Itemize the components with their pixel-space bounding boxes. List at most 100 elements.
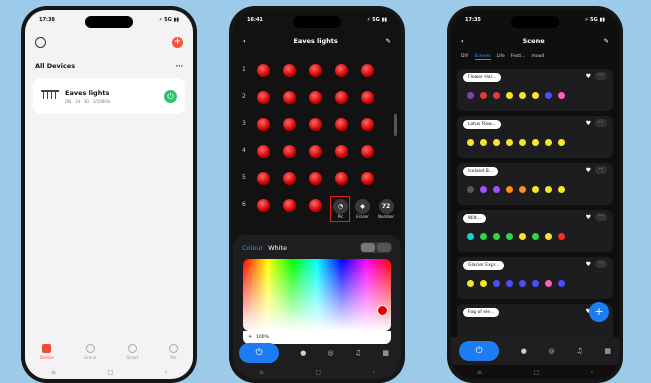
edit-icon[interactable]: ✎ [604, 37, 609, 45]
led-bulb[interactable] [257, 118, 270, 131]
favorite-icon[interactable]: ♥ [586, 214, 591, 221]
tab-scenes[interactable]: Scenes [474, 54, 491, 60]
music-icon[interactable]: ♫ [576, 347, 582, 355]
eraser-tool[interactable]: ◆ Eraser [355, 199, 370, 219]
tab-mood[interactable]: mood [532, 54, 545, 60]
mode-toggle[interactable] [360, 242, 392, 253]
favorite-icon[interactable]: ♥ [586, 167, 591, 174]
color-dot [480, 139, 487, 146]
tab-device[interactable]: Device [40, 344, 54, 360]
power-button[interactable]: ⏻ [459, 341, 499, 361]
tab-diy[interactable]: DIY [461, 54, 469, 60]
led-bulb[interactable] [257, 172, 270, 185]
favorite-icon[interactable]: ♥ [586, 261, 591, 268]
menu-icon[interactable]: ≡ [477, 369, 482, 376]
scene-card[interactable]: Flower Har... ♥ ··· [457, 69, 613, 111]
colour-spectrum[interactable] [243, 259, 391, 331]
profile-icon [168, 344, 178, 353]
led-bulb[interactable] [309, 199, 322, 212]
led-bulb[interactable] [283, 64, 296, 77]
more-button[interactable]: ··· [595, 260, 607, 268]
colour-picker-handle[interactable] [377, 305, 388, 316]
led-bulb[interactable] [309, 91, 322, 104]
led-bulb[interactable] [283, 172, 296, 185]
back-icon[interactable]: ‹ [461, 37, 464, 45]
color-dots [467, 186, 565, 193]
back-icon[interactable]: ‹ [243, 37, 246, 45]
scene-card[interactable]: Glacier Expr... ♥ ··· [457, 257, 613, 299]
user-icon[interactable] [35, 36, 46, 48]
grid-icon[interactable]: ▦ [382, 349, 389, 357]
tab-smart[interactable]: Smart [127, 344, 139, 360]
led-bulb[interactable] [309, 118, 322, 131]
favorite-icon[interactable]: ♥ [586, 120, 591, 127]
bulb-icon[interactable]: ● [300, 349, 306, 357]
home-nav-icon[interactable]: □ [107, 369, 113, 376]
tab-scene[interactable]: Scene [84, 344, 96, 360]
led-bulb[interactable] [257, 64, 270, 77]
bulb-icon[interactable]: ● [521, 347, 527, 355]
status-time: 16:41 [247, 17, 263, 23]
more-button[interactable]: ··· [595, 213, 607, 221]
more-button[interactable]: ··· [595, 166, 607, 174]
section-more-button[interactable]: ··· [176, 62, 183, 70]
bottom-controls: ⏻ ● ◎ ♫ ▦ [451, 337, 619, 365]
led-bulb[interactable] [309, 145, 322, 158]
section-title: All Devices [35, 62, 76, 70]
back-icon[interactable]: ‹ [591, 369, 593, 376]
palette-icon[interactable]: ◎ [549, 347, 555, 355]
led-bulb[interactable] [361, 64, 374, 77]
led-bulb[interactable] [361, 172, 374, 185]
edit-icon[interactable]: ✎ [386, 37, 391, 45]
music-icon[interactable]: ♫ [355, 349, 361, 357]
device-card[interactable]: Eaves lights ON · 1d · 30 · 1/1000lx ⏻ [33, 78, 185, 114]
led-bulb[interactable] [335, 91, 348, 104]
led-bulb[interactable] [257, 91, 270, 104]
scene-card[interactable]: Wilt... ♥ ··· [457, 210, 613, 252]
pic-tool[interactable]: ◔ Pic [333, 199, 348, 219]
section-header: All Devices ··· [25, 54, 193, 74]
power-toggle[interactable]: ⏻ [164, 89, 177, 103]
home-nav-icon[interactable]: □ [533, 369, 539, 376]
led-bulb[interactable] [257, 145, 270, 158]
menu-icon[interactable]: ≡ [259, 369, 264, 376]
led-bulb[interactable] [283, 118, 296, 131]
led-bulb[interactable] [361, 91, 374, 104]
led-bulb[interactable] [309, 64, 322, 77]
status-time: 17:38 [39, 17, 55, 23]
add-device-button[interactable]: + [172, 36, 183, 48]
back-icon[interactable]: ‹ [373, 369, 375, 376]
scene-card[interactable]: Lotus Flow... ♥ ··· [457, 116, 613, 158]
led-bulb[interactable] [283, 91, 296, 104]
tab-life[interactable]: Life [497, 54, 505, 60]
led-bulb[interactable] [335, 172, 348, 185]
tab-me[interactable]: Me [168, 344, 178, 360]
menu-icon[interactable]: ≡ [51, 369, 56, 376]
led-bulb[interactable] [335, 145, 348, 158]
home-nav-icon[interactable]: □ [315, 369, 321, 376]
palette-icon[interactable]: ◎ [328, 349, 334, 357]
led-bulb[interactable] [309, 172, 322, 185]
led-bulb[interactable] [335, 64, 348, 77]
add-scene-button[interactable]: + [589, 302, 609, 322]
scrollbar[interactable] [394, 114, 397, 136]
grid-icon[interactable]: ▦ [604, 347, 611, 355]
more-button[interactable]: ··· [595, 119, 607, 127]
led-bulb[interactable] [361, 118, 374, 131]
led-bulb[interactable] [283, 145, 296, 158]
tool-label: Pic [337, 214, 344, 219]
back-icon[interactable]: ‹ [165, 369, 167, 376]
tab-festival[interactable]: Festi... [511, 54, 526, 60]
led-bulb[interactable] [257, 199, 270, 212]
more-button[interactable]: ··· [595, 72, 607, 80]
color-dot [545, 139, 552, 146]
power-button[interactable]: ⏻ [239, 343, 279, 363]
led-bulb[interactable] [335, 118, 348, 131]
number-tool[interactable]: 72 Number [378, 199, 394, 219]
favorite-icon[interactable]: ♥ [586, 73, 591, 80]
phone-device-list: 17:38 ⚡ 5G ▮▮ + All Devices ··· Eaves li… [21, 6, 197, 383]
led-bulb[interactable] [361, 145, 374, 158]
color-dot [558, 280, 565, 287]
scene-card[interactable]: Iceland B... ♥ ··· [457, 163, 613, 205]
led-bulb[interactable] [283, 199, 296, 212]
